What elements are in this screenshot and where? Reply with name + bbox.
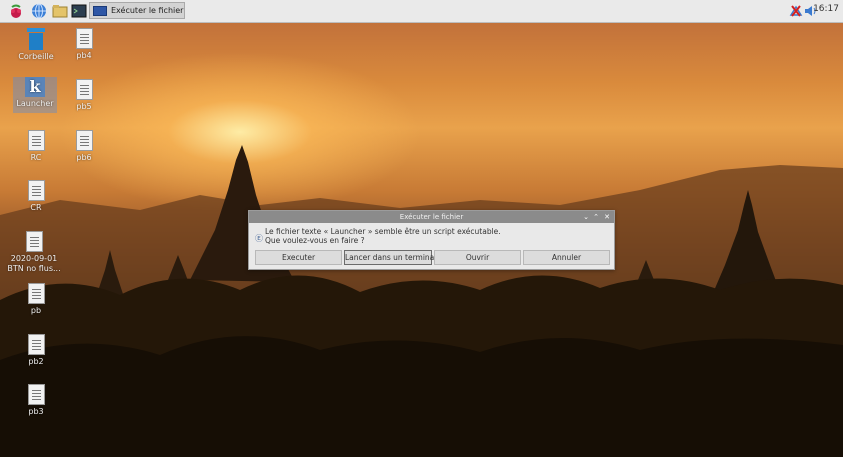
file-manager-icon[interactable] [52,3,68,19]
dialog-message-line1: Le fichier texte « Launcher » semble êtr… [265,227,501,236]
text-file-icon [75,130,93,151]
dialog-title: Exécuter le fichier [399,213,464,221]
terminal-icon[interactable] [71,3,87,19]
dialog-titlebar[interactable]: Exécuter le fichier ⌄ ⌃ ✕ [249,211,614,223]
minimize-icon[interactable]: ⌄ [583,211,589,223]
desktop-icon-label: Corbeille [18,52,54,61]
text-file-icon [75,79,93,100]
text-file-icon [27,130,45,151]
text-file-icon [27,384,45,405]
desktop-icon-label: pb4 [76,51,92,60]
open-button[interactable]: Ouvrir [434,250,521,265]
maximize-icon[interactable]: ⌃ [593,211,599,223]
taskbar-task-execute-file[interactable]: Exécuter le fichier [89,2,185,19]
text-file-icon [27,180,45,201]
dialog-message-line2: Que voulez-vous en faire ? [265,236,365,245]
desktop-icon-cr[interactable]: CR [14,180,58,213]
desktop-icon-pb2[interactable]: pb2 [14,334,58,367]
execute-button[interactable]: Executer [255,250,342,265]
desktop-icon-pb6[interactable]: pb6 [62,130,106,163]
text-file-icon [25,231,43,252]
launcher-app-icon: k [25,77,45,97]
desktop-icon-pb3[interactable]: pb3 [14,384,58,417]
window-icon [93,5,107,16]
desktop-icon-2020-09-01[interactable]: 2020-09-01 BTN no flus... [6,231,62,274]
network-disconnected-icon[interactable] [789,3,803,19]
execute-file-dialog: Exécuter le fichier ⌄ ⌃ ✕ Ⓔ Le fichier t… [248,210,615,270]
cancel-button[interactable]: Annuler [523,250,610,265]
trash-icon [27,28,45,50]
desktop-icon-rc[interactable]: RC [14,130,58,163]
taskbar-task-label: Exécuter le fichier [111,6,184,15]
dialog-message: Le fichier texte « Launcher » semble êtr… [265,227,501,245]
desktop-icon-label: Launcher [16,99,54,108]
browser-icon[interactable] [31,3,47,19]
text-file-icon [27,334,45,355]
desktop-icon-label: pb3 [28,407,44,416]
desktop-icon-label: pb6 [76,153,92,162]
text-file-icon [75,28,93,49]
desktop-icon-label: pb5 [76,102,92,111]
raspberry-menu-icon[interactable] [8,3,24,19]
desktop-icon-label: pb2 [28,357,44,366]
desktop-icon-pb5[interactable]: pb5 [62,79,106,112]
clock[interactable]: 16:17 [813,4,839,14]
close-icon[interactable]: ✕ [604,211,610,223]
desktop-icon-pb4[interactable]: pb4 [62,28,106,61]
desktop-icon-pb[interactable]: pb [14,283,58,316]
question-icon: Ⓔ [255,234,263,243]
desktop-icon-launcher[interactable]: k Launcher [13,77,57,113]
desktop-icon-label: pb [30,306,42,315]
desktop-icon-label: 2020-09-01 BTN no flus... [7,254,61,273]
desktop-icon-label: RC [30,153,42,162]
desktop-icon-trash[interactable]: Corbeille [14,28,58,62]
run-in-terminal-button[interactable]: Lancer dans un terminal [344,250,436,265]
desktop-icon-label: CR [30,203,42,212]
taskbar: Exécuter le fichier 16:17 [0,0,843,23]
text-file-icon [27,283,45,304]
